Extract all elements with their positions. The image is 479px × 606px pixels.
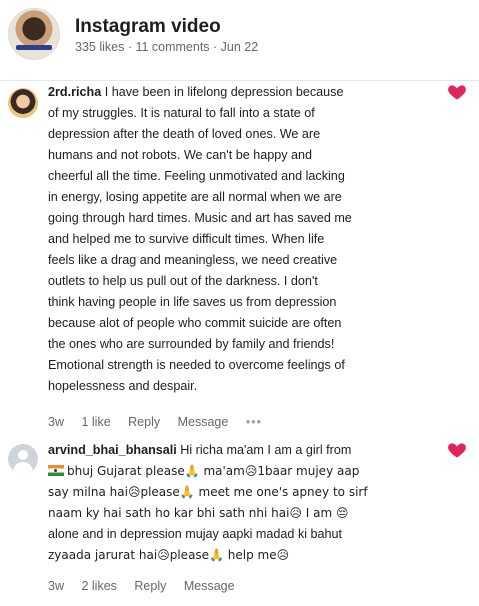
thumbnail-caption-strip	[16, 45, 52, 50]
comment-line: think having people in life saves us fro…	[48, 295, 337, 309]
avatar[interactable]	[8, 444, 38, 474]
comment-author[interactable]: arvind_bhai_bhansali	[48, 443, 177, 457]
comment-actions: 3w 1 like Reply Message •••	[48, 415, 276, 429]
comment-line: cheerful all the time. Feeling unmotivat…	[48, 169, 345, 183]
default-avatar-body	[13, 462, 33, 474]
message-button[interactable]: Message	[178, 415, 229, 429]
comment-line: say milna hai😥please🙏 meet me one's apne…	[48, 485, 368, 499]
comment-line: I have been in lifelong depression becau…	[104, 85, 344, 99]
comment-line: alone and in depression mujay aapki mada…	[48, 527, 343, 541]
comment-time: 3w	[48, 415, 64, 429]
comment-line: humans and not robots. We can't be happy…	[48, 148, 313, 162]
comment-line: because alot of people who commit suicid…	[48, 316, 342, 330]
heart-icon[interactable]	[447, 82, 467, 102]
post-thumbnail[interactable]	[8, 8, 60, 60]
meta-separator: ·	[209, 40, 221, 54]
comment-line: hopelessness and despair.	[48, 379, 198, 393]
comment-line: Emotional strength is needed to overcome…	[48, 358, 345, 372]
like-count[interactable]: 1 like	[81, 415, 110, 429]
comment-line: depression after the death of loved ones…	[48, 127, 321, 141]
comment-author[interactable]: 2rd.richa	[48, 85, 101, 99]
meta-separator: ·	[124, 40, 136, 54]
comment-line: going through hard times. Music and art …	[48, 211, 352, 225]
comment-line: the ones who are surrounded by family an…	[48, 337, 335, 351]
default-avatar-head	[18, 450, 28, 460]
more-options-icon[interactable]: •••	[246, 415, 262, 429]
post-title[interactable]: Instagram video	[75, 16, 221, 38]
post-header: Instagram video 335 likes · 11 comments …	[0, 0, 479, 80]
comment-time: 3w	[48, 579, 64, 593]
header-divider	[0, 80, 479, 81]
comment-line: and helped me to survive difficult times…	[48, 232, 325, 246]
comment-line: outlets to help us pull out of the darkn…	[48, 274, 318, 288]
post-comment-count[interactable]: 11 comments	[135, 40, 209, 54]
avatar[interactable]	[8, 88, 38, 118]
reply-button[interactable]: Reply	[134, 579, 166, 593]
comment-line: bhuj Gujarat please🙏 ma'am😥1baar mujey a…	[67, 464, 360, 478]
comment-text: 2rd.richa I have been in lifelong depres…	[48, 82, 383, 397]
comment-line: naam ky hai sath ho kar bhi sath nhi hai…	[48, 506, 349, 520]
india-flag-icon	[48, 465, 64, 476]
comment-line: in energy, losing appetite are all norma…	[48, 190, 342, 204]
comment-text: arvind_bhai_bhansali Hi richa ma'am I am…	[48, 440, 383, 566]
post-meta: 335 likes · 11 comments · Jun 22	[75, 40, 258, 54]
comment-actions: 3w 2 likes Reply Message	[48, 579, 249, 593]
like-count[interactable]: 2 likes	[81, 579, 116, 593]
post-likes[interactable]: 335 likes	[75, 40, 124, 54]
comment-line: Hi richa ma'am I am a girl from	[180, 443, 352, 457]
message-button[interactable]: Message	[184, 579, 235, 593]
comment-line: of my struggles. It is natural to fall i…	[48, 106, 315, 120]
post-date: Jun 22	[220, 40, 259, 54]
comment-line: zyaada jarurat hai😥please🙏 help me😥	[48, 548, 290, 562]
heart-icon[interactable]	[447, 440, 467, 460]
reply-button[interactable]: Reply	[128, 415, 160, 429]
comment-line: feels like a drag and meaningless, we ne…	[48, 253, 338, 267]
